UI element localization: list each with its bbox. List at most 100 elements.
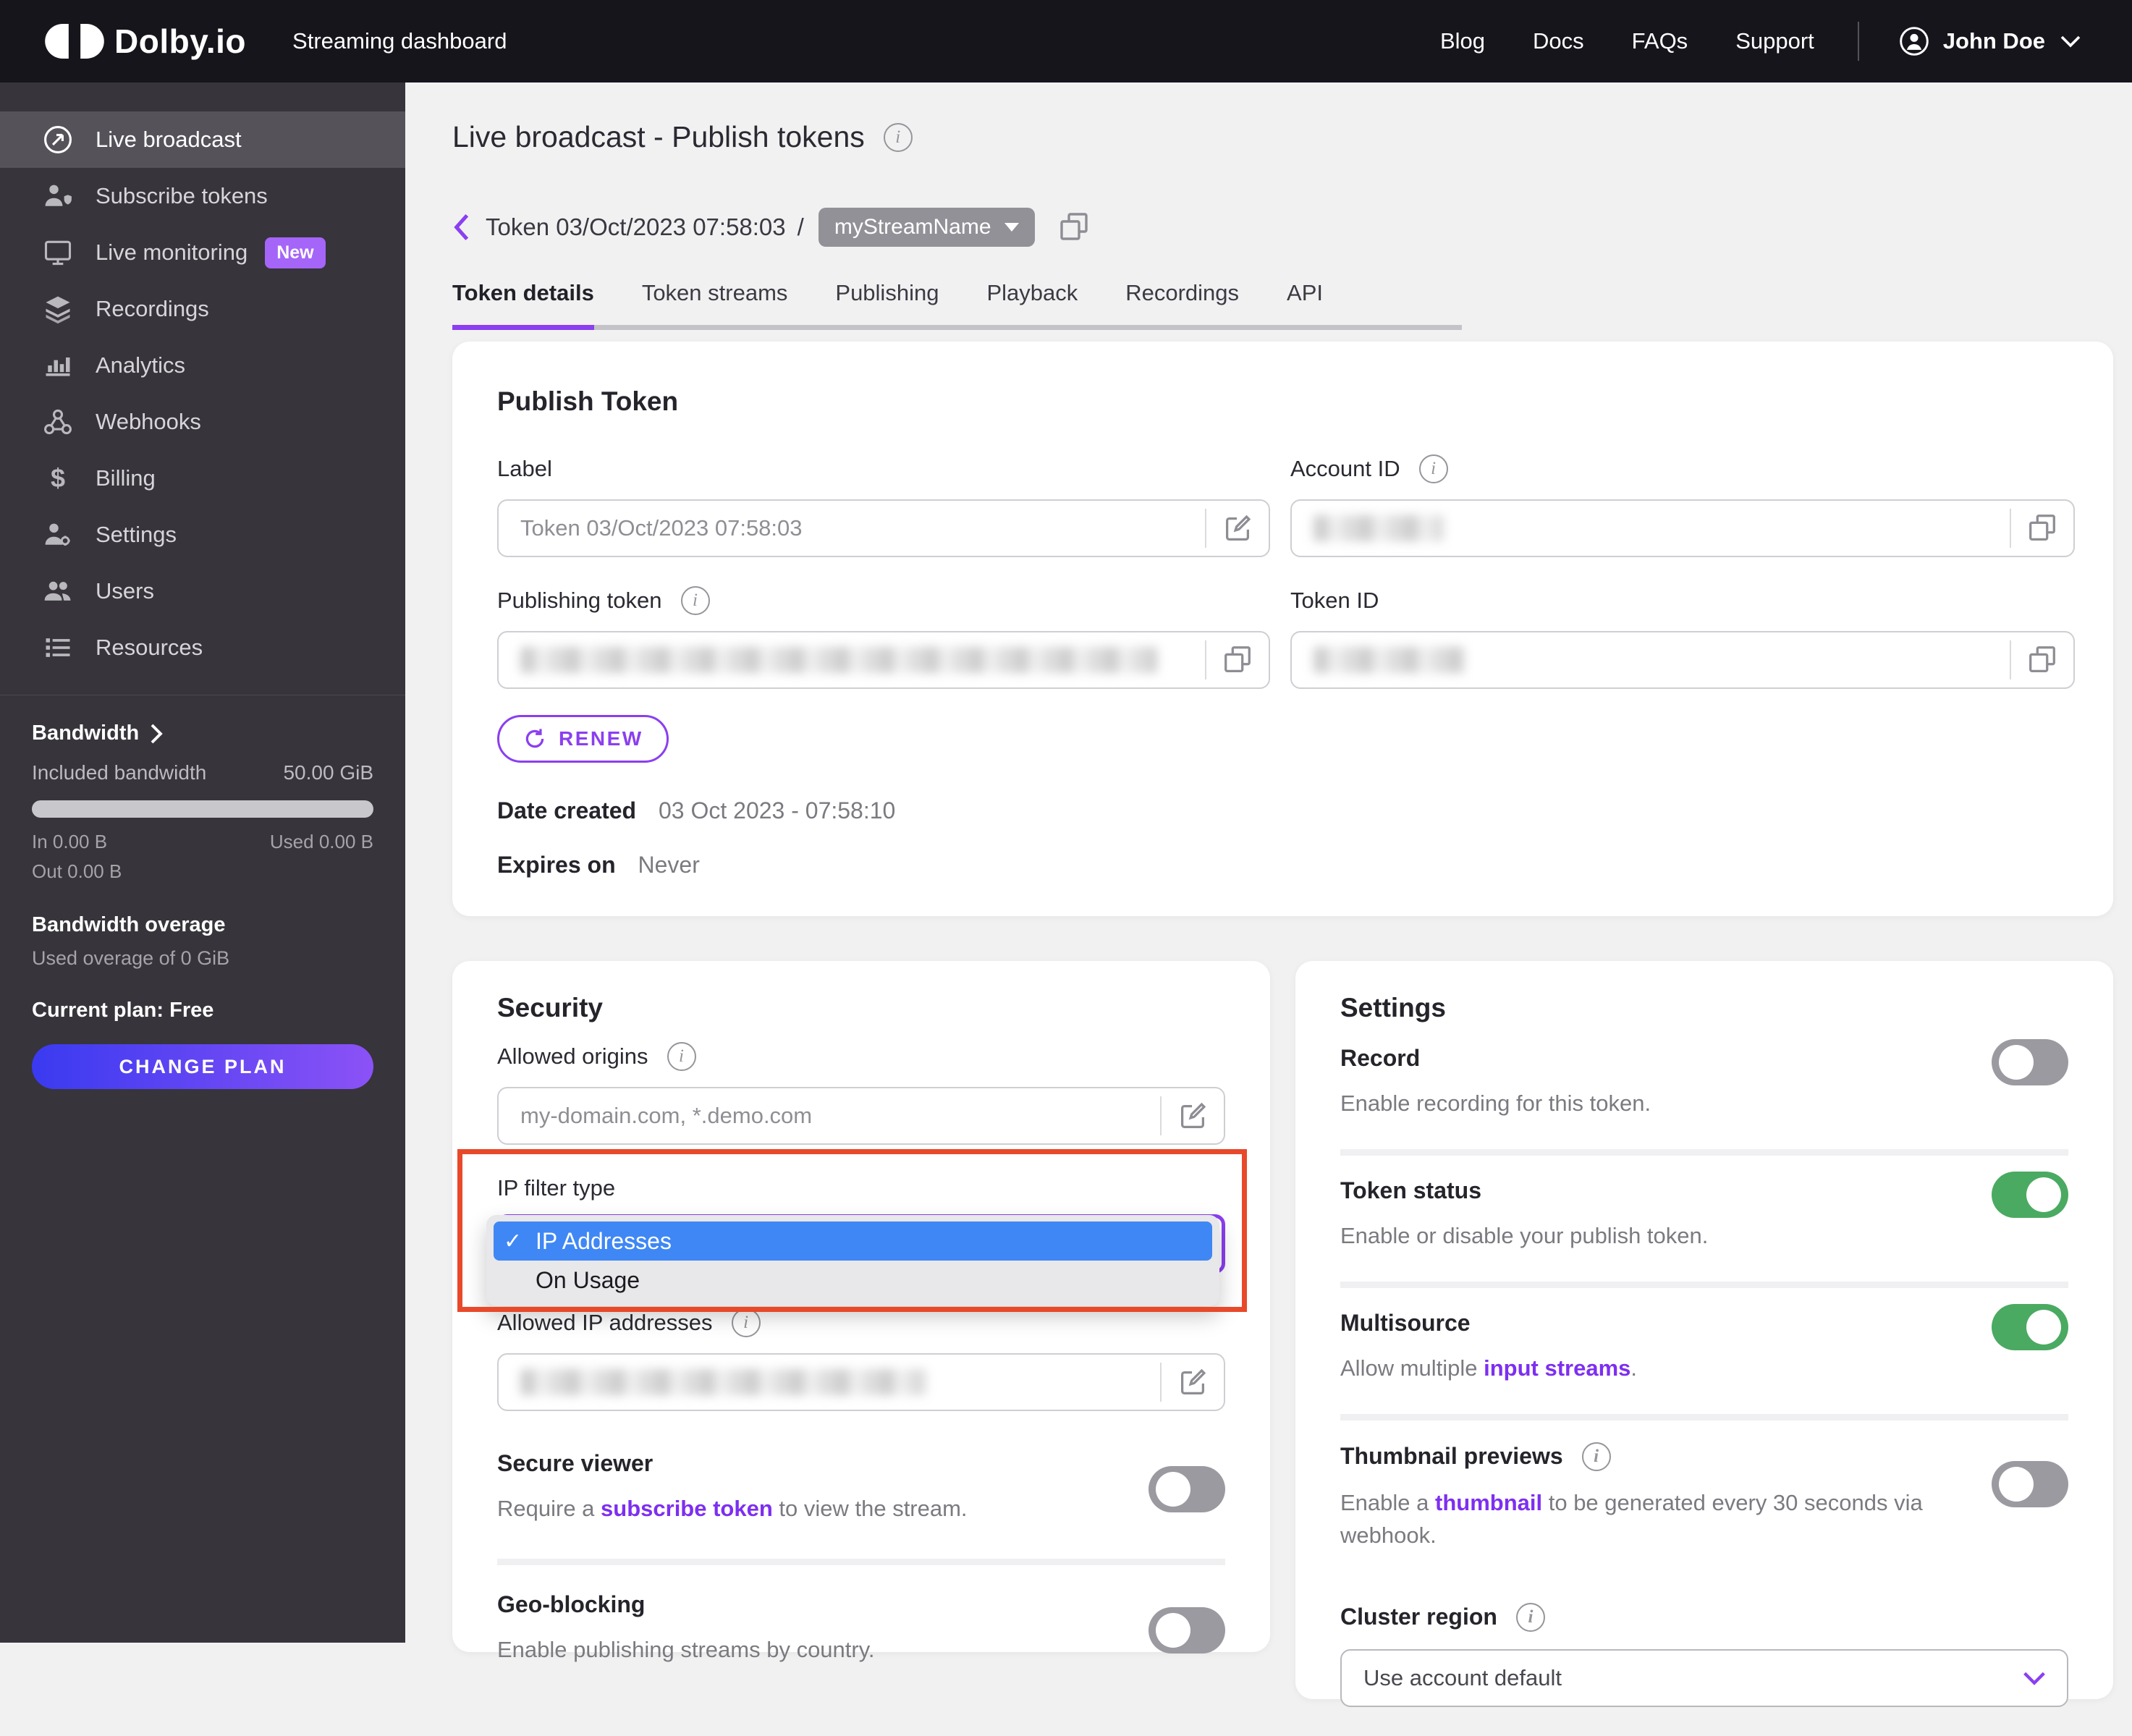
user-name: John Doe xyxy=(1942,28,2045,54)
bandwidth-title[interactable]: Bandwidth xyxy=(32,721,373,745)
input-streams-link[interactable]: input streams xyxy=(1484,1355,1630,1381)
dolby-logo-icon xyxy=(45,24,104,59)
sidebar-item-recordings[interactable]: Recordings xyxy=(0,281,405,337)
multisource-toggle[interactable] xyxy=(1992,1303,2068,1350)
thumbnail-previews-label: Thumbnail previews i xyxy=(1340,1441,1953,1471)
users-icon xyxy=(42,575,74,607)
sidebar-item-label: Live monitoring xyxy=(96,240,248,265)
subscribe-token-link[interactable]: subscribe token xyxy=(601,1496,773,1521)
edit-icon[interactable] xyxy=(1221,512,1254,545)
allowed-origins-label: Allowed origins i xyxy=(497,1042,1225,1071)
record-desc: Enable recording for this token. xyxy=(1340,1091,1651,1116)
tab-publishing[interactable]: Publishing xyxy=(835,280,939,330)
dolby-logo[interactable]: Dolby.io xyxy=(45,22,246,61)
token-status-toggle[interactable] xyxy=(1992,1171,2068,1218)
bandwidth-overage-detail: Used overage of 0 GiB xyxy=(32,947,230,969)
sidebar-item-analytics[interactable]: Analytics xyxy=(0,337,405,394)
nav-blog[interactable]: Blog xyxy=(1440,28,1485,54)
product-name: Streaming dashboard xyxy=(292,28,507,54)
record-row: Record Enable recording for this token. xyxy=(1340,1023,2068,1149)
sidebar: Live broadcast Subscribe tokens Live mon… xyxy=(0,82,405,1643)
tab-playback[interactable]: Playback xyxy=(986,280,1078,330)
back-chevron-icon[interactable] xyxy=(452,213,471,242)
thumbnail-previews-toggle[interactable] xyxy=(1992,1460,2068,1507)
record-toggle[interactable] xyxy=(1992,1039,2068,1085)
geo-blocking-toggle[interactable] xyxy=(1149,1606,1225,1654)
cluster-region-info-icon[interactable]: i xyxy=(1515,1602,1545,1632)
copy-icon[interactable] xyxy=(1221,643,1254,677)
thumbnail-info-icon[interactable]: i xyxy=(1581,1441,1611,1471)
dropdown-option-ip-addresses[interactable]: ✓ IP Addresses xyxy=(494,1221,1212,1261)
ip-filter-dropdown-menu: ✓ IP Addresses On Usage xyxy=(486,1215,1219,1306)
monitor-icon xyxy=(42,237,74,268)
sidebar-item-live-monitoring[interactable]: Live monitoring New xyxy=(0,224,405,281)
secure-viewer-row: Secure viewer Require a subscribe token … xyxy=(497,1450,1225,1525)
account-id-info-icon[interactable]: i xyxy=(1418,454,1448,483)
allowed-ip-addresses-label: Allowed IP addresses i xyxy=(497,1308,1225,1337)
redacted-publishing-token xyxy=(520,647,1157,673)
publishing-token-input[interactable] xyxy=(497,631,1270,689)
stream-name-dropdown[interactable]: myStreamName xyxy=(818,208,1035,247)
allowed-ip-info-icon[interactable]: i xyxy=(731,1308,761,1337)
sidebar-item-billing[interactable]: $ Billing xyxy=(0,450,405,507)
tab-token-details[interactable]: Token details xyxy=(452,280,594,330)
label-field-label: Label xyxy=(497,456,552,481)
redacted-token-id xyxy=(1314,647,1465,673)
caret-down-icon xyxy=(1004,223,1019,232)
sidebar-item-subscribe-tokens[interactable]: Subscribe tokens xyxy=(0,168,405,224)
nav-docs[interactable]: Docs xyxy=(1533,28,1584,54)
sidebar-item-resources[interactable]: Resources xyxy=(0,619,405,676)
allowed-origins-input[interactable]: my-domain.com, *.demo.com xyxy=(497,1087,1225,1145)
cluster-region-select[interactable]: Use account default xyxy=(1340,1648,2068,1707)
nav-faqs[interactable]: FAQs xyxy=(1632,28,1688,54)
account-id-input[interactable] xyxy=(1290,499,2075,557)
main-content: Live broadcast - Publish tokens i Token … xyxy=(405,82,2132,1707)
breadcrumb: Token 03/Oct/2023 07:58:03 / myStreamNam… xyxy=(452,208,2132,247)
user-avatar-icon xyxy=(1898,25,1930,57)
secure-viewer-label: Secure viewer xyxy=(497,1450,653,1476)
edit-icon[interactable] xyxy=(1176,1099,1209,1132)
user-menu[interactable]: John Doe xyxy=(1898,25,2081,57)
person-shield-icon xyxy=(42,180,74,212)
allowed-origins-placeholder: my-domain.com, *.demo.com xyxy=(520,1103,813,1128)
sidebar-item-label: Billing xyxy=(96,465,156,491)
copy-icon[interactable] xyxy=(2026,512,2059,545)
sidebar-item-live-broadcast[interactable]: Live broadcast xyxy=(0,111,405,168)
settings-heading: Settings xyxy=(1340,993,1446,1022)
sidebar-item-webhooks[interactable]: Webhooks xyxy=(0,394,405,450)
expires-on-label: Expires on xyxy=(497,852,616,878)
edit-icon[interactable] xyxy=(1176,1365,1209,1399)
copy-stream-name-icon[interactable] xyxy=(1057,210,1091,245)
allowed-origins-info-icon[interactable]: i xyxy=(667,1042,696,1071)
breadcrumb-token-name[interactable]: Token 03/Oct/2023 07:58:03 xyxy=(486,213,786,241)
allowed-ip-addresses-input[interactable] xyxy=(497,1353,1225,1411)
secure-viewer-toggle[interactable] xyxy=(1149,1466,1225,1512)
nav-support[interactable]: Support xyxy=(1735,28,1814,54)
sidebar-item-label: Settings xyxy=(96,522,177,547)
sidebar-item-settings[interactable]: Settings xyxy=(0,507,405,563)
tab-api[interactable]: API xyxy=(1287,280,1323,330)
bandwidth-used: Used 0.00 B xyxy=(269,831,373,852)
tab-recordings[interactable]: Recordings xyxy=(1125,280,1239,330)
sidebar-item-users[interactable]: Users xyxy=(0,563,405,619)
token-status-desc: Enable or disable your publish token. xyxy=(1340,1222,1709,1248)
thumbnail-link[interactable]: thumbnail xyxy=(1435,1490,1542,1515)
bandwidth-panel: Bandwidth Included bandwidth 50.00 GiB I… xyxy=(0,695,405,1089)
geo-blocking-label: Geo-blocking xyxy=(497,1591,646,1617)
change-plan-button[interactable]: CHANGE PLAN xyxy=(32,1044,373,1089)
renew-button[interactable]: RENEW xyxy=(497,715,669,763)
current-plan-label: Current plan: Free xyxy=(32,999,214,1022)
divider xyxy=(1340,1413,2068,1420)
included-bandwidth-value: 50.00 GiB xyxy=(283,761,373,784)
publishing-token-info-icon[interactable]: i xyxy=(680,586,710,615)
tab-token-streams[interactable]: Token streams xyxy=(642,280,788,330)
label-input[interactable]: Token 03/Oct/2023 07:58:03 xyxy=(497,499,1270,557)
dropdown-option-on-usage[interactable]: On Usage xyxy=(494,1261,1212,1300)
token-id-input[interactable] xyxy=(1290,631,2075,689)
page-title-info-icon[interactable]: i xyxy=(883,122,913,152)
sidebar-item-label: Recordings xyxy=(96,296,209,321)
check-icon: ✓ xyxy=(504,1229,523,1253)
copy-icon[interactable] xyxy=(2026,643,2059,677)
divider xyxy=(497,1558,1225,1565)
renew-icon xyxy=(523,727,547,751)
